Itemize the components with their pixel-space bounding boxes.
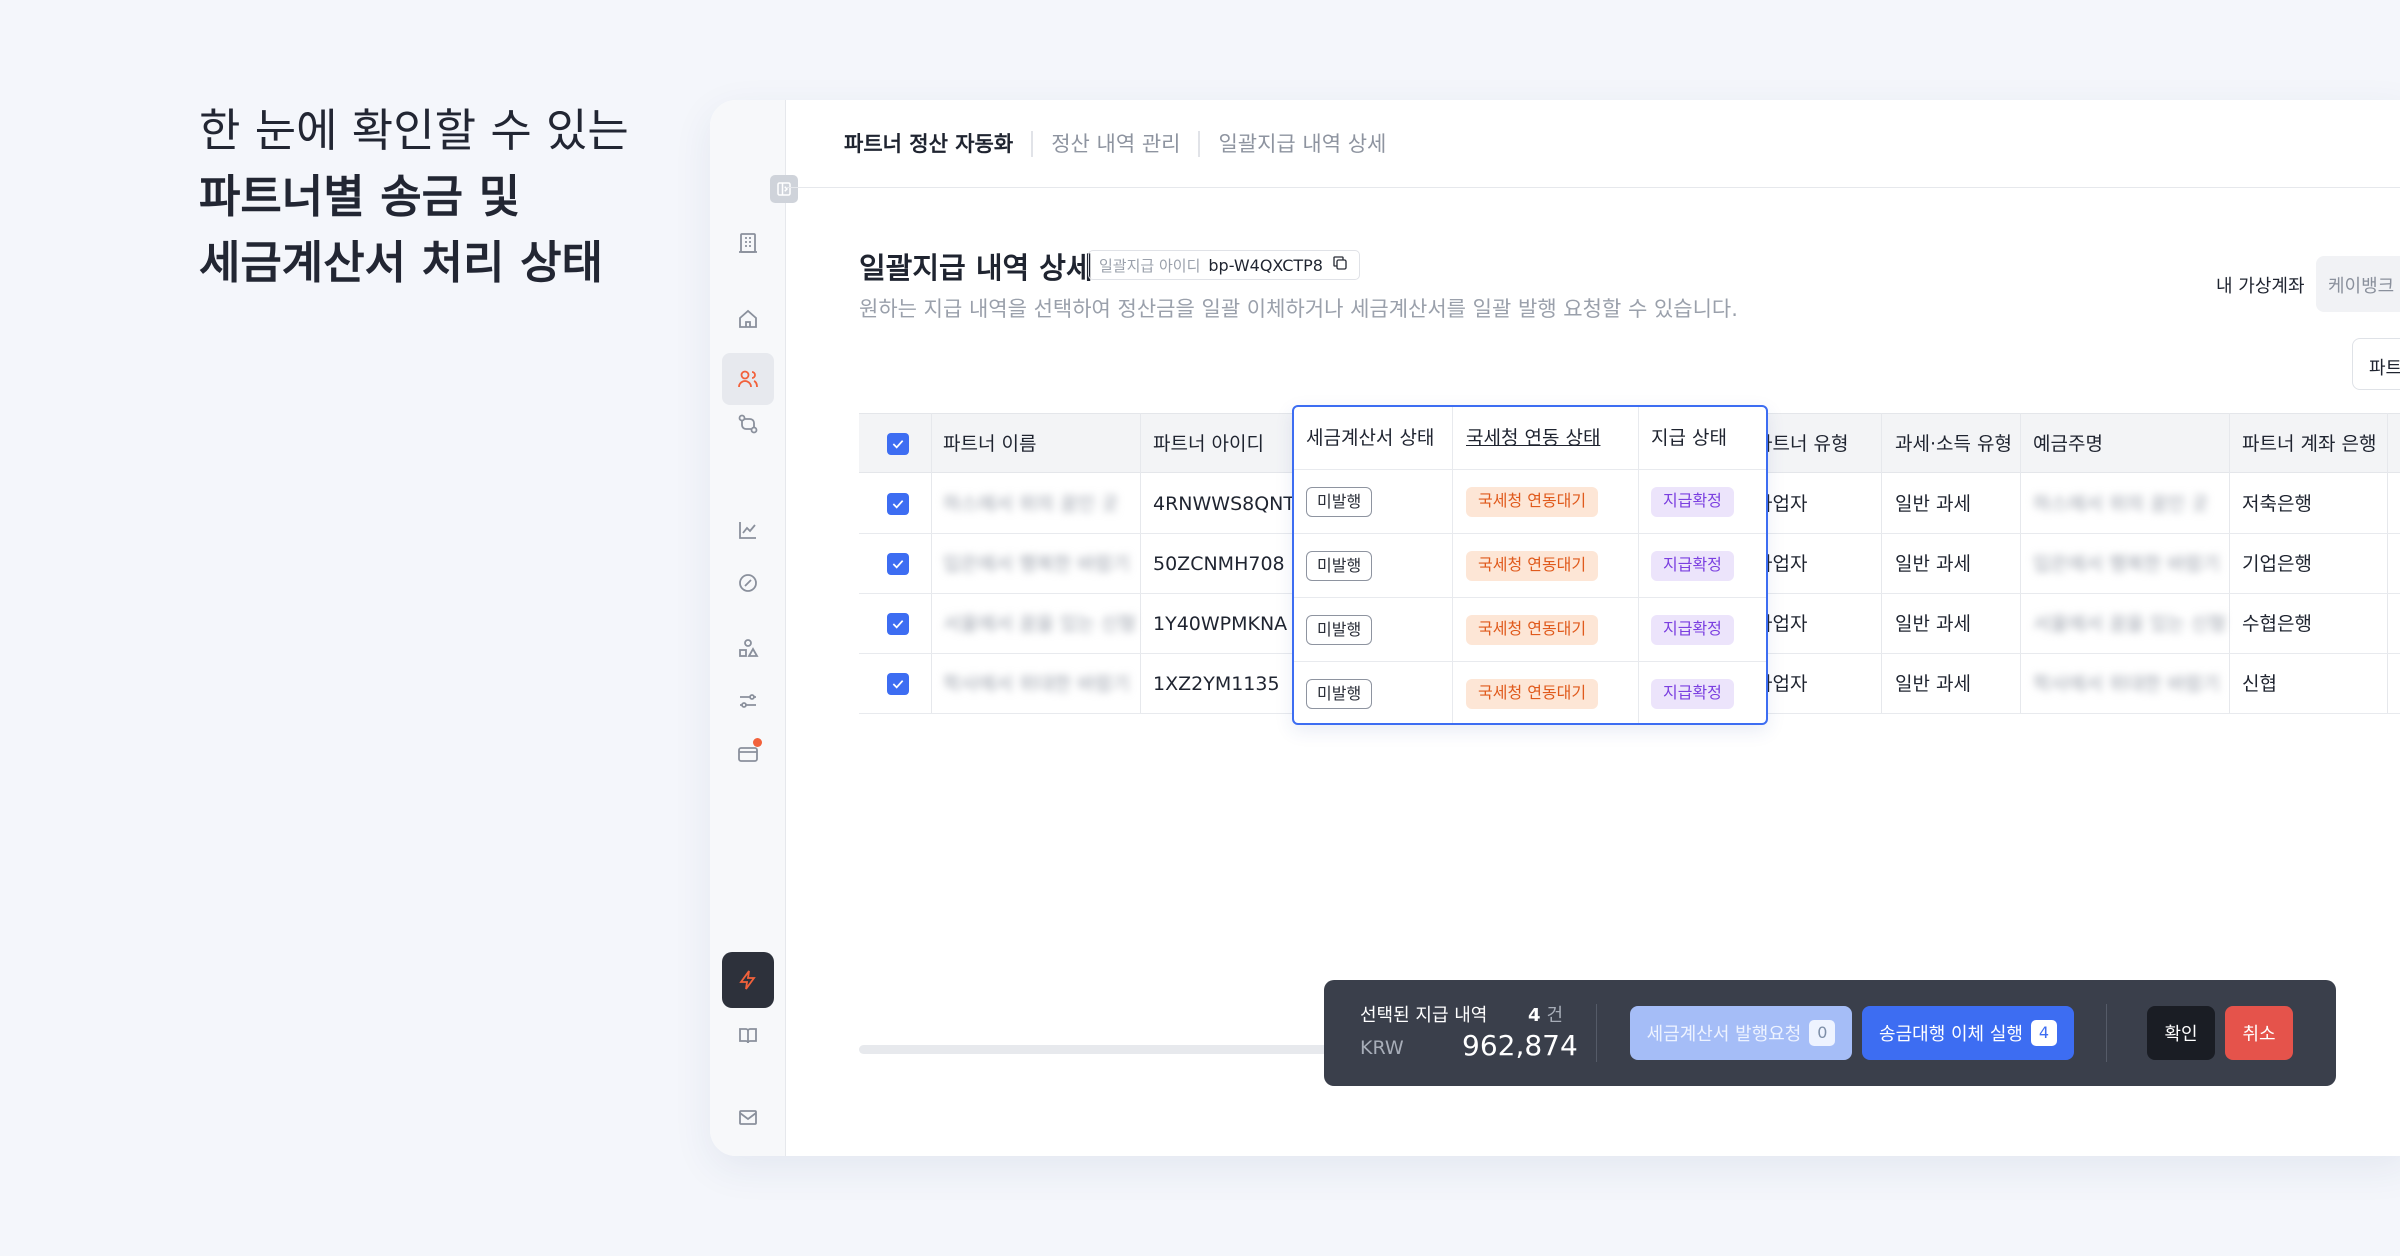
col-nts-status[interactable]: 국세청 연동 상태 bbox=[1466, 407, 1600, 469]
users-icon[interactable] bbox=[722, 353, 774, 405]
invoice-status-badge: 미발행 bbox=[1306, 615, 1373, 645]
home-icon[interactable] bbox=[722, 293, 774, 345]
sliders-icon[interactable] bbox=[722, 675, 774, 727]
building-icon[interactable] bbox=[722, 217, 774, 269]
partner-button[interactable]: 파트 bbox=[2352, 338, 2400, 390]
bolt-icon[interactable] bbox=[722, 952, 774, 1008]
horizontal-scrollbar[interactable] bbox=[859, 1045, 1379, 1054]
gauge-icon[interactable] bbox=[722, 557, 774, 609]
tax-type: 일반 과세 bbox=[1895, 493, 1971, 515]
invoice-status-badge: 미발행 bbox=[1306, 551, 1373, 581]
payment-status-badge: 지급확정 bbox=[1651, 679, 1734, 709]
count-unit: 건 bbox=[1546, 1005, 1564, 1026]
hero-line-3: 세금계산서 처리 상태 bbox=[199, 236, 603, 289]
mail-icon[interactable] bbox=[722, 1091, 774, 1143]
col-partner-name[interactable]: 파트너 이름 bbox=[943, 414, 1036, 474]
batch-id-label: 일괄지급 아이디 bbox=[1099, 256, 1201, 275]
partner-name: 입은에서 행복한 바람기 bbox=[943, 553, 1130, 575]
tax-type: 일반 과세 bbox=[1895, 553, 1971, 575]
bank: 수협은행 bbox=[2242, 613, 2312, 635]
nts-status-badge: 국세청 연동대기 bbox=[1466, 487, 1599, 517]
route-icon[interactable] bbox=[722, 398, 774, 450]
hero-line-2: 파트너별 송금 및 bbox=[199, 170, 521, 223]
bank: 기업은행 bbox=[2242, 553, 2312, 575]
col-payment-status[interactable]: 지급 상태 bbox=[1651, 407, 1727, 469]
col-account-holder[interactable]: 예금주명 bbox=[2033, 414, 2103, 474]
partner-id: 1XZ2YM1135 bbox=[1153, 673, 1280, 695]
selected-count-value: 4 bbox=[1528, 1005, 1541, 1026]
col-tax-type[interactable]: 과세·소득 유형 bbox=[1895, 414, 2012, 474]
selected-count: 4건 bbox=[1528, 1001, 1563, 1027]
account-holder: 서울에서 꿈을 있는 신형 bbox=[2033, 613, 2226, 635]
page-subtitle: 원하는 지급 내역을 선택하여 정산금을 일괄 이체하거나 세금계산서를 일괄 … bbox=[859, 297, 1738, 321]
tax-invoice-request-label: 세금계산서 발행요청 bbox=[1646, 1024, 1802, 1045]
breadcrumb-item-3[interactable]: 일괄지급 내역 상세 bbox=[1198, 130, 1404, 157]
payment-status-badge: 지급확정 bbox=[1651, 615, 1734, 645]
remittance-execute-button[interactable]: 송금대행 이체 실행 4 bbox=[1862, 1006, 2074, 1060]
nts-status-badge: 국세청 연동대기 bbox=[1466, 679, 1599, 709]
hero-line-1: 한 눈에 확인할 수 있는 bbox=[199, 104, 629, 157]
hero-heading: 한 눈에 확인할 수 있는 파트너별 송금 및 세금계산서 처리 상태 bbox=[199, 98, 629, 296]
select-all-checkbox[interactable] bbox=[887, 433, 909, 455]
partner-id: 50ZCNMH708 bbox=[1153, 553, 1285, 575]
tax-type: 일반 과세 bbox=[1895, 613, 1971, 635]
copy-icon[interactable] bbox=[1331, 254, 1349, 276]
payment-status-badge: 지급확정 bbox=[1651, 551, 1734, 581]
cancel-button[interactable]: 취소 bbox=[2225, 1006, 2293, 1060]
book-icon[interactable] bbox=[722, 1010, 774, 1062]
partner-id: 1Y40WPMKNA bbox=[1153, 613, 1288, 635]
card-icon[interactable] bbox=[722, 728, 774, 780]
col-partner-id[interactable]: 파트너 아이디 bbox=[1153, 414, 1264, 474]
col-tax-invoice-status[interactable]: 세금계산서 상태 bbox=[1306, 407, 1434, 469]
currency-label: KRW bbox=[1360, 1037, 1404, 1059]
selected-label: 선택된 지급 내역 bbox=[1360, 1005, 1488, 1026]
batch-id-value: bp-W4QXCTP8 bbox=[1208, 255, 1323, 275]
page-title: 일괄지급 내역 상세 bbox=[859, 251, 1093, 285]
tax-invoice-count: 0 bbox=[1809, 1020, 1836, 1046]
col-partner-type[interactable]: 파트너 유형 bbox=[1755, 414, 1848, 474]
invoice-status-badge: 미발행 bbox=[1306, 679, 1373, 709]
tax-invoice-request-button[interactable]: 세금계산서 발행요청 0 bbox=[1630, 1006, 1852, 1060]
total-amount: 962,874 bbox=[1462, 1029, 1578, 1062]
row-checkbox[interactable] bbox=[887, 673, 909, 695]
col-bank[interactable]: 파트너 계좌 은행 bbox=[2242, 414, 2376, 474]
account-holder: 입은에서 행복한 바람기 bbox=[2033, 553, 2220, 575]
batch-id-chip: 일괄지급 아이디 bp-W4QXCTP8 bbox=[1088, 250, 1360, 280]
account-holder: 학사에서 위대한 바람기 bbox=[2033, 673, 2220, 695]
payment-status-badge: 지급확정 bbox=[1651, 487, 1734, 517]
shapes-icon[interactable] bbox=[722, 622, 774, 674]
partner-name: 하스에서 위의 꿈인 곳 bbox=[943, 493, 1119, 515]
row-checkbox[interactable] bbox=[887, 493, 909, 515]
breadcrumb: 파트너 정산 자동화 정산 내역 관리 일괄지급 내역 상세 bbox=[786, 100, 2400, 188]
bank: 신협 bbox=[2242, 673, 2277, 695]
sidebar bbox=[710, 100, 786, 1156]
virtual-account-label: 내 가상계좌 bbox=[2216, 276, 2305, 297]
nts-status-badge: 국세청 연동대기 bbox=[1466, 615, 1599, 645]
selection-action-bar: 선택된 지급 내역 4건 KRW 962,874 세금계산서 발행요청 0 송금… bbox=[1324, 980, 2336, 1086]
bank: 저축은행 bbox=[2242, 493, 2312, 515]
invoice-status-badge: 미발행 bbox=[1306, 487, 1373, 517]
account-holder: 하스에서 위의 꿈인 곳 bbox=[2033, 493, 2209, 515]
partner-name: 서울에서 꿈을 있는 신형 bbox=[943, 613, 1136, 635]
tax-type: 일반 과세 bbox=[1895, 673, 1971, 695]
virtual-account-select[interactable]: 케이뱅크 1 bbox=[2316, 256, 2400, 312]
partner-id: 4RNWWS8QNT bbox=[1153, 493, 1295, 515]
breadcrumb-item-1[interactable]: 파트너 정산 자동화 bbox=[844, 131, 1031, 157]
chart-icon[interactable] bbox=[722, 504, 774, 556]
confirm-button[interactable]: 확인 bbox=[2147, 1006, 2215, 1060]
notification-dot bbox=[753, 738, 762, 747]
remittance-execute-label: 송금대행 이체 실행 bbox=[1879, 1024, 2023, 1045]
remittance-count: 4 bbox=[2030, 1020, 2057, 1046]
row-checkbox[interactable] bbox=[887, 553, 909, 575]
partner-name: 학사에서 위대한 바람기 bbox=[943, 673, 1130, 695]
breadcrumb-item-2[interactable]: 정산 내역 관리 bbox=[1031, 130, 1198, 157]
nts-status-badge: 국세청 연동대기 bbox=[1466, 551, 1599, 581]
status-columns-highlight: 세금계산서 상태 국세청 연동 상태 지급 상태 미발행 국세청 연동대기 지급… bbox=[1292, 405, 1768, 725]
row-checkbox[interactable] bbox=[887, 613, 909, 635]
